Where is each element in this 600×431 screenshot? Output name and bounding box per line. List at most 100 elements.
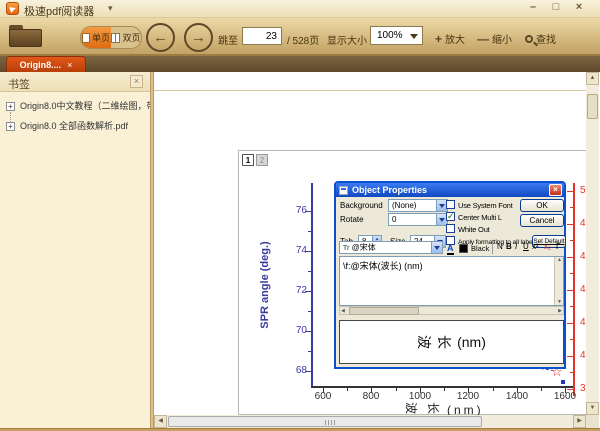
tab-bar: Origin8.... × (0, 56, 600, 72)
display-size-label: 显示大小 (327, 32, 367, 47)
scroll-right-button[interactable]: ▶ (573, 415, 586, 428)
y-axis-left (311, 183, 313, 386)
scroll-down-button[interactable]: ▼ (586, 402, 599, 415)
tab-origin8[interactable]: Origin8.... × (6, 56, 86, 72)
y-left-tick: 74 (277, 245, 307, 256)
x-tick: 1600 (545, 391, 585, 402)
page-number-input[interactable] (242, 27, 282, 45)
subscript-button[interactable]: x₂ (544, 242, 551, 251)
scroll-left-icon[interactable]: ◀ (341, 307, 345, 315)
greek-button[interactable]: Γ (556, 242, 560, 251)
scroll-up-icon[interactable]: ▲ (555, 257, 564, 263)
white-out-row: White Out (446, 224, 490, 234)
back-button[interactable]: ← (146, 23, 175, 52)
forward-button[interactable]: → (184, 23, 213, 52)
double-page-icon (111, 33, 120, 43)
page-mode-toggle: 单页 双页 (80, 26, 142, 49)
italic-button[interactable]: I (515, 242, 517, 251)
scrollbar-corner (586, 415, 599, 428)
vscroll-thumb[interactable] (587, 94, 598, 119)
layer-2-button[interactable]: 2 (256, 154, 268, 166)
expand-icon[interactable]: + (6, 122, 15, 131)
document-viewer: 1 2 (154, 72, 586, 415)
color-name: Black (471, 244, 489, 253)
origin-graph-window: 1 2 (238, 150, 588, 415)
background-select[interactable]: (None) (388, 199, 448, 212)
layer-1-button[interactable]: 1 (242, 154, 254, 166)
font-color-button[interactable]: A (447, 243, 454, 255)
cancel-button[interactable]: Cancel (520, 214, 564, 227)
y-left-tick: 72 (277, 285, 307, 296)
search-icon (525, 35, 533, 43)
tab-label: Origin8.... (20, 60, 62, 70)
dialog-close-button[interactable]: × (549, 184, 562, 196)
rotate-label: Rotate (340, 215, 364, 224)
hscroll-thumb[interactable] (349, 307, 419, 315)
menu-caret-icon[interactable]: ▾ (108, 3, 113, 14)
textarea-hscrollbar[interactable]: ◀ ▶ (339, 306, 564, 315)
minimize-button[interactable]: – (526, 1, 540, 13)
bookmarks-sidebar: 书签 × + Origin8.0中文教程（二维绘图，带 + Origin8.0 … (0, 72, 150, 428)
y-left-tick: 70 (277, 325, 307, 336)
object-properties-dialog: Object Properties × Background (None) Ro… (334, 181, 566, 369)
label-text-area[interactable]: \f:@宋体(波长) (nm) ▲ ▼ (339, 256, 564, 306)
textarea-vscrollbar[interactable]: ▲ ▼ (554, 257, 563, 305)
sidebar-close-button[interactable]: × (130, 75, 143, 88)
bookmarks-header: 书签 × (0, 72, 150, 92)
square-marker (561, 380, 565, 384)
zoom-select[interactable]: 100% (370, 26, 423, 45)
x-tick: 600 (303, 391, 343, 402)
center-multi-l-row: Center Multi L (446, 212, 502, 222)
page-edge-line (154, 90, 586, 91)
search-button[interactable]: 查找 (525, 31, 556, 46)
double-page-button[interactable]: 双页 (111, 27, 141, 48)
label-preview: 波 长 (nm) (339, 320, 564, 364)
back-arrow-icon: ← (153, 29, 168, 46)
x-axis (311, 386, 575, 388)
close-button[interactable]: × (572, 1, 586, 13)
ok-button[interactable]: OK (520, 199, 564, 212)
y-axis-title: SPR angle (deg.) (259, 241, 271, 328)
bookmark-tree: + Origin8.0中文教程（二维绘图，带 + Origin8.0 全部函数解… (0, 96, 150, 136)
bold-button[interactable]: B (506, 242, 512, 251)
expand-icon[interactable]: + (6, 102, 15, 111)
bookmark-item[interactable]: + Origin8.0中文教程（二维绘图，带 (0, 96, 150, 116)
scroll-right-icon[interactable]: ▶ (558, 307, 562, 315)
normal-button[interactable]: N (497, 242, 503, 251)
use-system-font-checkbox[interactable] (446, 200, 455, 209)
hscroll-thumb[interactable] (168, 416, 482, 427)
vertical-scrollbar[interactable]: ▲ ▼ (586, 72, 599, 415)
tab-close-icon[interactable]: × (67, 60, 72, 70)
superscript-button[interactable]: x² (532, 242, 539, 251)
font-select[interactable]: Tr@宋体 (339, 241, 443, 254)
truetype-icon: Tr (343, 243, 352, 254)
open-file-button[interactable] (9, 25, 42, 47)
toolbar: 单页 双页 ← → 跳至 / 528页 显示大小 100% + 放大 — 缩小 (0, 18, 600, 56)
color-swatch[interactable] (459, 244, 468, 253)
horizontal-scrollbar[interactable]: ◀ ▶ (154, 415, 586, 428)
zoom-in-button[interactable]: + 放大 (435, 31, 465, 46)
single-page-button[interactable]: 单页 (81, 27, 111, 48)
dialog-titlebar[interactable]: Object Properties (336, 183, 564, 197)
bookmark-item[interactable]: + Origin8.0 全部函数解析.pdf (0, 116, 150, 136)
zoom-out-button[interactable]: — 缩小 (477, 31, 512, 46)
rotate-select[interactable]: 0 (388, 213, 448, 226)
background-label: Background (340, 201, 383, 210)
scroll-left-button[interactable]: ◀ (154, 415, 167, 428)
jump-to-label: 跳至 (218, 32, 238, 47)
single-page-icon (82, 33, 90, 43)
bookmarks-title: 书签 (8, 76, 30, 92)
maximize-button[interactable]: □ (549, 1, 563, 13)
plus-icon: + (435, 32, 442, 46)
chevron-down-icon (410, 34, 418, 39)
underline-button[interactable]: U (523, 242, 529, 251)
center-multi-l-checkbox[interactable] (446, 212, 455, 221)
scroll-up-button[interactable]: ▲ (586, 72, 599, 85)
y-left-tick: 68 (277, 365, 307, 376)
scroll-down-icon[interactable]: ▼ (555, 299, 564, 305)
minus-icon: — (477, 32, 489, 46)
titlebar: 极速pdf阅读器 ▾ – □ × (0, 0, 600, 18)
forward-arrow-icon: → (191, 29, 206, 46)
white-out-checkbox[interactable] (446, 224, 455, 233)
pdf-reader-window: 极速pdf阅读器 ▾ – □ × 单页 双页 ← → 跳至 (0, 0, 600, 431)
